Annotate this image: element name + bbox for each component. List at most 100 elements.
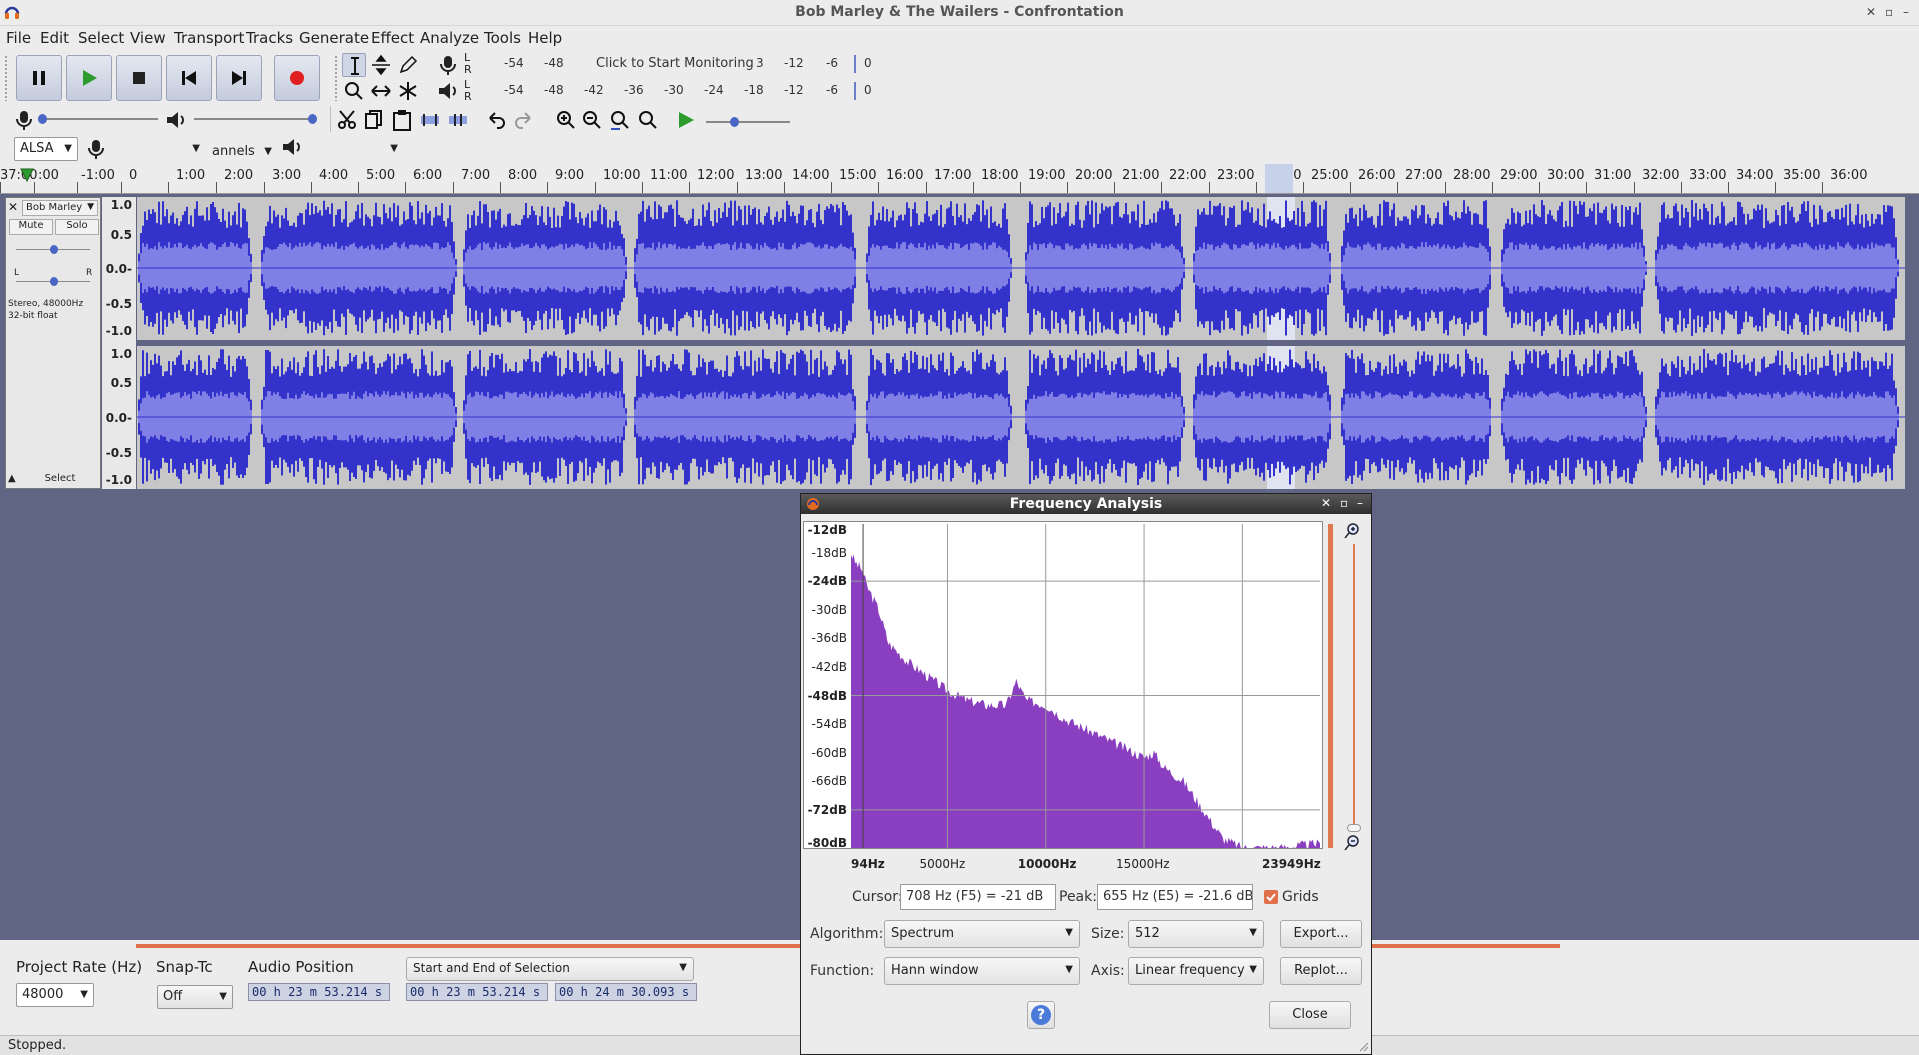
track-name-menu[interactable]: Bob Marley ▼	[22, 200, 98, 216]
dialog-maximize-icon[interactable]: ▫	[1340, 496, 1348, 510]
undo-button[interactable]	[484, 108, 508, 132]
record-button[interactable]	[274, 55, 320, 101]
gain-thumb[interactable]	[50, 245, 58, 254]
start-monitoring-text[interactable]: Click to Start Monitoring	[596, 56, 754, 71]
play-speed-slider[interactable]	[706, 121, 790, 123]
spectrum-plot[interactable]	[851, 524, 1320, 848]
window-maximize-icon[interactable]: ▫	[1885, 5, 1893, 19]
play-button[interactable]	[66, 55, 112, 101]
selection-mode-select[interactable]: Start and End of Selection ▼	[406, 957, 694, 981]
window-close-icon[interactable]: ✕	[1866, 5, 1876, 19]
ruler-tick	[34, 182, 35, 193]
selection-tool[interactable]	[342, 53, 366, 77]
menu-effect[interactable]: Effect	[371, 29, 414, 47]
selection-start-timecode[interactable]: 00 h 23 m 53.214 s	[406, 983, 548, 1001]
playback-volume-thumb[interactable]	[308, 114, 317, 124]
project-rate-select[interactable]: 48000 ▼	[16, 983, 94, 1007]
fit-selection-button[interactable]	[608, 108, 632, 132]
skip-to-end-button[interactable]	[216, 55, 262, 101]
menu-help[interactable]: Help	[528, 29, 562, 47]
menu-file[interactable]: File	[6, 29, 31, 47]
algorithm-select[interactable]: Spectrum ▼	[884, 920, 1080, 948]
selection-end-timecode[interactable]: 00 h 24 m 30.093 s	[555, 983, 697, 1001]
dialog-titlebar[interactable]: Frequency Analysis	[801, 494, 1371, 514]
play-speed-thumb[interactable]	[730, 117, 739, 127]
time-shift-tool[interactable]	[369, 79, 393, 103]
ruler-tick	[1020, 182, 1021, 193]
playback-device-select[interactable]: ▼	[306, 137, 404, 161]
help-button[interactable]: ?	[1027, 1001, 1055, 1029]
meter-tick: -6	[826, 83, 838, 97]
zoom-slider[interactable]	[1353, 544, 1355, 824]
audio-position-timecode[interactable]: 00 h 23 m 53.214 s	[248, 983, 390, 1001]
dialog-minimize-icon[interactable]: –	[1357, 496, 1363, 510]
recording-channels-select[interactable]: annels ▼	[206, 140, 278, 164]
solo-button[interactable]: Solo	[55, 219, 99, 235]
play-at-speed-button[interactable]	[674, 108, 698, 132]
record-volume-thumb[interactable]	[38, 114, 47, 124]
menu-select[interactable]: Select	[78, 29, 124, 47]
ruler-tick-label: 9:00	[555, 168, 585, 183]
waveform-channel-left[interactable]	[137, 197, 1905, 340]
playback-volume-slider[interactable]	[194, 118, 314, 120]
skip-to-start-button[interactable]	[166, 55, 212, 101]
ruler-tick	[973, 182, 974, 193]
menu-tracks[interactable]: Tracks	[246, 29, 293, 47]
menu-generate[interactable]: Generate	[299, 29, 369, 47]
function-select[interactable]: Hann window ▼	[884, 957, 1080, 985]
export-button[interactable]: Export...	[1280, 920, 1362, 948]
zoom-in-icon[interactable]	[1343, 522, 1361, 540]
pause-button[interactable]	[16, 55, 62, 101]
trim-button[interactable]	[418, 108, 442, 132]
zoom-tool[interactable]	[342, 79, 366, 103]
envelope-tool[interactable]	[369, 53, 393, 77]
multi-tool[interactable]	[396, 79, 420, 103]
zoom-out-button[interactable]	[580, 108, 604, 132]
pan-thumb[interactable]	[50, 277, 58, 286]
zoom-in-button[interactable]	[554, 108, 578, 132]
play-meter-button[interactable]	[436, 79, 460, 103]
silence-button[interactable]	[446, 108, 470, 132]
grids-checkbox[interactable]	[1264, 890, 1278, 904]
play-head-icon[interactable]	[20, 168, 34, 182]
audio-host-select[interactable]: ALSA ▼	[14, 137, 78, 161]
record-meter[interactable]: -54 -48 Click to Start Monitoring 3 -12 …	[474, 53, 876, 75]
paste-button[interactable]	[390, 108, 414, 132]
playback-meter[interactable]: -54 -48 -42 -36 -30 -24 -18 -12 -6 0	[474, 80, 876, 102]
replot-button[interactable]: Replot...	[1280, 957, 1362, 985]
peak-value-field[interactable]: 655 Hz (E5) = -21.6 dB	[1097, 884, 1253, 910]
draw-tool[interactable]	[396, 53, 420, 77]
cut-button[interactable]	[336, 108, 360, 132]
copy-button[interactable]	[362, 108, 386, 132]
redo-button[interactable]	[512, 108, 536, 132]
size-select[interactable]: 512 ▼	[1128, 920, 1264, 948]
timeline-ruler[interactable]: :00 -1:00 0 1:00 2:00 3:00 4:00 5:00 6:00 7:00 8:0…	[0, 164, 1919, 194]
record-meter-button[interactable]	[436, 53, 460, 77]
close-button[interactable]: Close	[1269, 1001, 1351, 1029]
waveform-channel-right[interactable]	[137, 346, 1905, 489]
mute-button[interactable]: Mute	[9, 219, 53, 235]
menu-tools[interactable]: Tools	[484, 29, 521, 47]
track-select-button[interactable]: Select	[24, 473, 96, 487]
recording-device-select[interactable]: ▼	[104, 137, 206, 161]
stop-button[interactable]	[116, 55, 162, 101]
track-close-icon[interactable]: ✕	[8, 200, 20, 214]
zoom-out-icon[interactable]	[1343, 834, 1361, 852]
menu-analyze[interactable]: Analyze	[420, 29, 479, 47]
zoom-slider-thumb[interactable]	[1347, 824, 1361, 832]
toolbar-gripper[interactable]	[334, 55, 338, 101]
snap-to-select[interactable]: Off ▼	[157, 985, 233, 1009]
fit-project-button[interactable]	[636, 108, 660, 132]
dialog-close-icon[interactable]: ✕	[1321, 496, 1331, 510]
record-volume-slider[interactable]	[40, 118, 158, 120]
window-minimize-icon[interactable]: –	[1903, 5, 1909, 19]
menu-edit[interactable]: Edit	[40, 29, 69, 47]
collapse-track-icon[interactable]: ▲	[8, 473, 20, 484]
menu-view[interactable]: View	[130, 29, 166, 47]
meter-tick: 0	[864, 56, 872, 70]
resize-grip-icon[interactable]	[1359, 1042, 1369, 1052]
menu-transport[interactable]: Transport	[174, 29, 244, 47]
axis-select[interactable]: Linear frequency ▼	[1128, 957, 1264, 985]
toolbar-gripper[interactable]	[4, 55, 8, 101]
cursor-value-field[interactable]: 708 Hz (F5) = -21 dB	[900, 884, 1056, 910]
